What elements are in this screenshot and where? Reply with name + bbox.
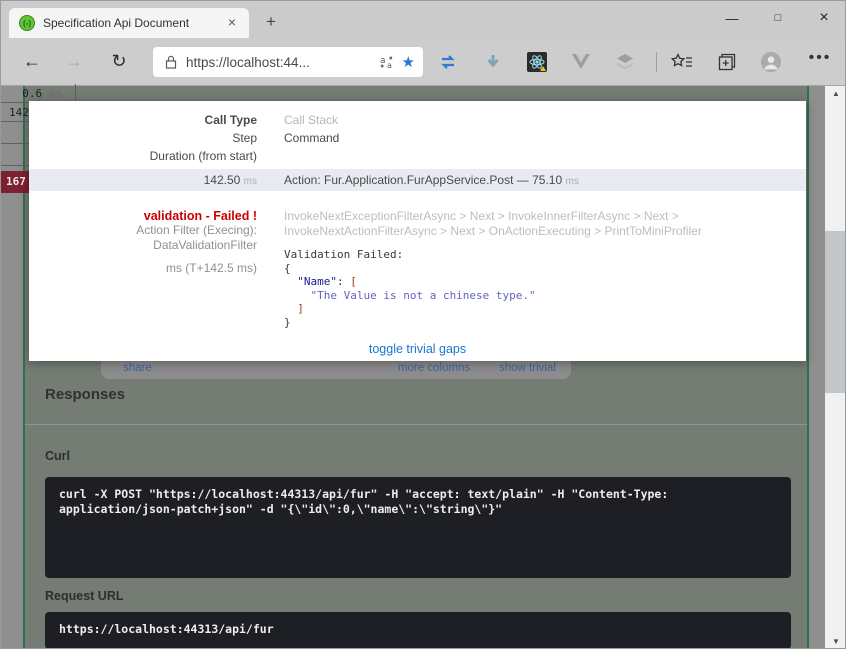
- code-brace-close: }: [284, 316, 291, 329]
- refresh-button[interactable]: ↻: [106, 49, 132, 75]
- summary-action-unit: ms: [565, 176, 578, 187]
- curl-line-1: curl -X POST "https://localhost:44313/ap…: [59, 487, 668, 501]
- address-bar[interactable]: https://localhost:44... aa ★: [153, 47, 423, 77]
- profiler-popup-footer: share more columns show trivial: [101, 361, 571, 379]
- responses-heading: Responses: [45, 386, 125, 403]
- duration-label: Duration (from start): [29, 147, 257, 165]
- lock-icon: [165, 55, 177, 69]
- request-url-text: https://localhost:44313/api/fur: [59, 622, 274, 636]
- scroll-up-arrow-icon[interactable]: ▲: [825, 86, 846, 102]
- favorite-star-icon[interactable]: ★: [402, 53, 415, 71]
- loop-extension-icon[interactable]: [437, 51, 459, 73]
- request-url-block[interactable]: https://localhost:44313/api/fur: [45, 612, 791, 649]
- responses-divider: [25, 424, 807, 425]
- code-value: "The Value is not a chinese type.": [284, 289, 536, 302]
- code-brace-open: {: [284, 262, 291, 275]
- call-stack-label: Call Stack: [284, 111, 806, 129]
- back-button[interactable]: ←: [19, 49, 45, 75]
- svg-text:a: a: [380, 56, 386, 66]
- page-content: Responses Curl curl -X POST "https://loc…: [1, 86, 846, 649]
- collections-icon[interactable]: [716, 51, 738, 73]
- call-type-label: Call Type: [29, 111, 257, 129]
- favorites-hub-icon[interactable]: [671, 51, 693, 73]
- browser-tab[interactable]: (-) Specification Api Document ×: [9, 8, 249, 38]
- popup-header: Call Type Step Duration (from start) Cal…: [29, 101, 806, 165]
- summary-row[interactable]: 142.50 ms Action: Fur.Application.FurApp…: [29, 169, 806, 191]
- duration-value: 0.6: [22, 87, 42, 100]
- share-link[interactable]: share: [123, 362, 152, 374]
- call-stack-text: InvokeNextExceptionFilterAsync > Next > …: [284, 209, 789, 239]
- code-bracket-open: [: [350, 275, 357, 288]
- close-window-button[interactable]: ×: [801, 1, 846, 35]
- swagger-favicon-icon: (-): [19, 15, 35, 31]
- layers-extension-icon[interactable]: [614, 51, 636, 73]
- maximize-icon: □: [775, 12, 782, 24]
- request-url-label: Request URL: [45, 589, 123, 603]
- scrollbar-thumb[interactable]: [825, 231, 846, 393]
- window-controls: — □ ×: [709, 1, 846, 35]
- browser-window: (-) Specification Api Document × + — □ ×…: [0, 0, 846, 649]
- filter-name: DataValidationFilter: [29, 238, 257, 253]
- settings-menu-button[interactable]: •••: [807, 49, 833, 67]
- forward-button[interactable]: →: [61, 49, 87, 75]
- download-extension-icon[interactable]: [482, 51, 504, 73]
- validation-status: validation - Failed !: [29, 209, 257, 223]
- toggle-trivial-gaps-link[interactable]: toggle trivial gaps: [29, 342, 806, 356]
- more-columns-link[interactable]: more columns: [398, 362, 470, 374]
- validation-step-row: validation - Failed ! Action Filter (Exe…: [29, 209, 806, 329]
- minimize-button[interactable]: —: [709, 1, 755, 35]
- profiler-detail-popup: Call Type Step Duration (from start) Cal…: [29, 101, 806, 361]
- show-trivial-link[interactable]: show trivial: [499, 362, 556, 374]
- summary-duration-unit: ms: [244, 176, 257, 187]
- code-key: "Name":: [284, 275, 350, 288]
- summary-duration: 142.50: [204, 173, 241, 187]
- validation-code-block: Validation Failed: { "Name": [ "The Valu…: [284, 248, 806, 329]
- step-timing: ms (T+142.5 ms): [29, 261, 257, 275]
- close-tab-icon[interactable]: ×: [223, 14, 241, 32]
- code-title: Validation Failed:: [284, 248, 403, 261]
- duration-unit: ms: [49, 87, 62, 100]
- action-filter-label: Action Filter (Execing):: [29, 223, 257, 238]
- summary-action: Action: Fur.Application.FurAppService.Po…: [284, 173, 562, 187]
- new-tab-button[interactable]: +: [259, 10, 283, 34]
- svg-text:a: a: [387, 61, 392, 70]
- curl-label: Curl: [45, 449, 70, 463]
- code-bracket-close: ]: [284, 302, 304, 315]
- translate-icon[interactable]: aa: [379, 54, 395, 70]
- command-label: Command: [284, 129, 806, 147]
- maximize-button[interactable]: □: [755, 1, 801, 35]
- curl-line-2: application/json-patch+json" -d "{\"id\"…: [59, 502, 502, 516]
- scroll-down-arrow-icon[interactable]: ▼: [825, 634, 846, 649]
- devtools-extension-icon[interactable]: [526, 51, 548, 73]
- toolbar-divider: [656, 52, 657, 72]
- url-text: https://localhost:44...: [186, 55, 372, 70]
- vue-extension-icon[interactable]: [570, 51, 592, 73]
- vertical-scrollbar[interactable]: ▲ ▼: [825, 86, 846, 649]
- profile-avatar[interactable]: [760, 51, 782, 73]
- tab-strip: (-) Specification Api Document × + — □ ×: [1, 1, 846, 38]
- step-label: Step: [29, 129, 257, 147]
- tab-title: Specification Api Document: [43, 16, 223, 30]
- curl-code-block[interactable]: curl -X POST "https://localhost:44313/ap…: [45, 477, 791, 578]
- browser-toolbar: ← → ↻ https://localhost:44... aa ★: [1, 38, 846, 86]
